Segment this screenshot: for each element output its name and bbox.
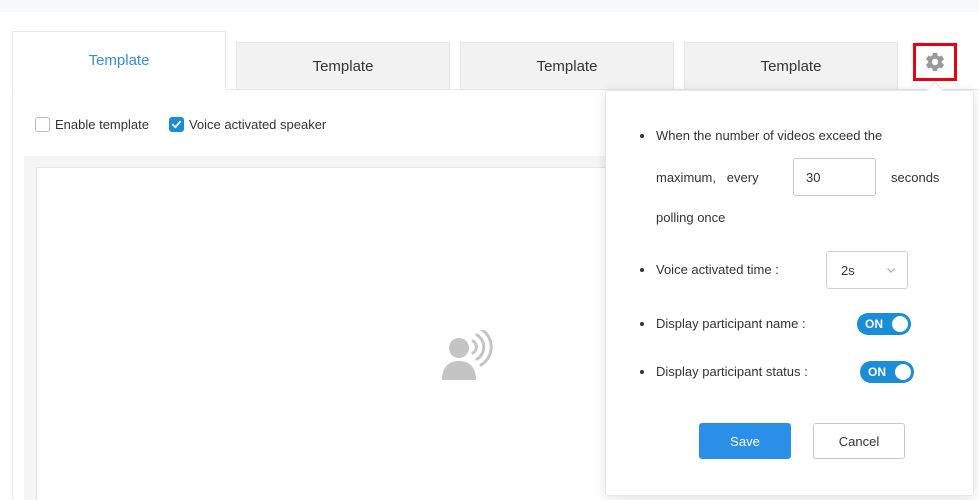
bullet-polling xyxy=(640,134,644,138)
enable-template-option[interactable]: Enable template xyxy=(35,116,149,132)
template-options: Enable template Voice activated speaker xyxy=(35,114,346,134)
template-tab-bar: Template Template Template Template xyxy=(0,12,979,90)
top-strip xyxy=(0,0,979,12)
toggle-knob xyxy=(895,364,911,380)
tab-template-4[interactable]: Template xyxy=(684,42,898,90)
save-button[interactable]: Save xyxy=(699,423,791,459)
voice-activated-speaker-checkbox[interactable] xyxy=(168,116,184,132)
cancel-button[interactable]: Cancel xyxy=(813,423,905,459)
voice-time-label: Voice activated time : xyxy=(656,262,779,277)
polling-text-line3: polling once xyxy=(656,210,726,225)
voice-activated-speaker-option[interactable]: Voice activated speaker xyxy=(168,116,327,132)
display-status-toggle[interactable]: ON xyxy=(860,361,914,383)
voice-time-value: 2s xyxy=(841,262,855,278)
enable-template-label: Enable template xyxy=(55,116,149,132)
bullet-display-name xyxy=(640,322,644,326)
enable-template-checkbox[interactable] xyxy=(35,116,50,132)
toggle-knob xyxy=(892,316,908,332)
voice-activated-speaker-label: Voice activated speaker xyxy=(188,116,327,132)
tab-template-2[interactable]: Template xyxy=(236,42,450,90)
display-name-toggle-state: ON xyxy=(865,317,883,331)
bullet-display-status xyxy=(640,370,644,374)
polling-text-suffix: seconds xyxy=(891,170,940,185)
video-slot[interactable] xyxy=(36,167,624,500)
display-status-label: Display participant status : xyxy=(656,364,808,379)
display-name-label: Display participant name : xyxy=(656,316,806,331)
bullet-voice-time xyxy=(640,268,644,272)
tab-template-1[interactable]: Template xyxy=(12,31,226,90)
content-left-border xyxy=(12,90,13,500)
layout-settings-popover: When the number of videos exceed the max… xyxy=(605,81,974,496)
gear-icon xyxy=(926,52,944,72)
display-status-toggle-state: ON xyxy=(868,365,886,379)
tab-template-3[interactable]: Template xyxy=(460,42,674,90)
chevron-down-icon xyxy=(887,268,895,273)
video-layout-area xyxy=(24,156,624,500)
polling-text-line1: When the number of videos exceed the xyxy=(656,128,883,143)
display-name-toggle[interactable]: ON xyxy=(857,313,911,335)
voice-speaker-icon xyxy=(442,330,493,380)
settings-button[interactable] xyxy=(913,43,957,81)
checkmark-icon xyxy=(171,120,182,128)
voice-time-select[interactable]: 2s xyxy=(826,251,908,289)
polling-text-prefix: maximum, every xyxy=(656,170,759,185)
polling-interval-input[interactable] xyxy=(793,158,876,196)
